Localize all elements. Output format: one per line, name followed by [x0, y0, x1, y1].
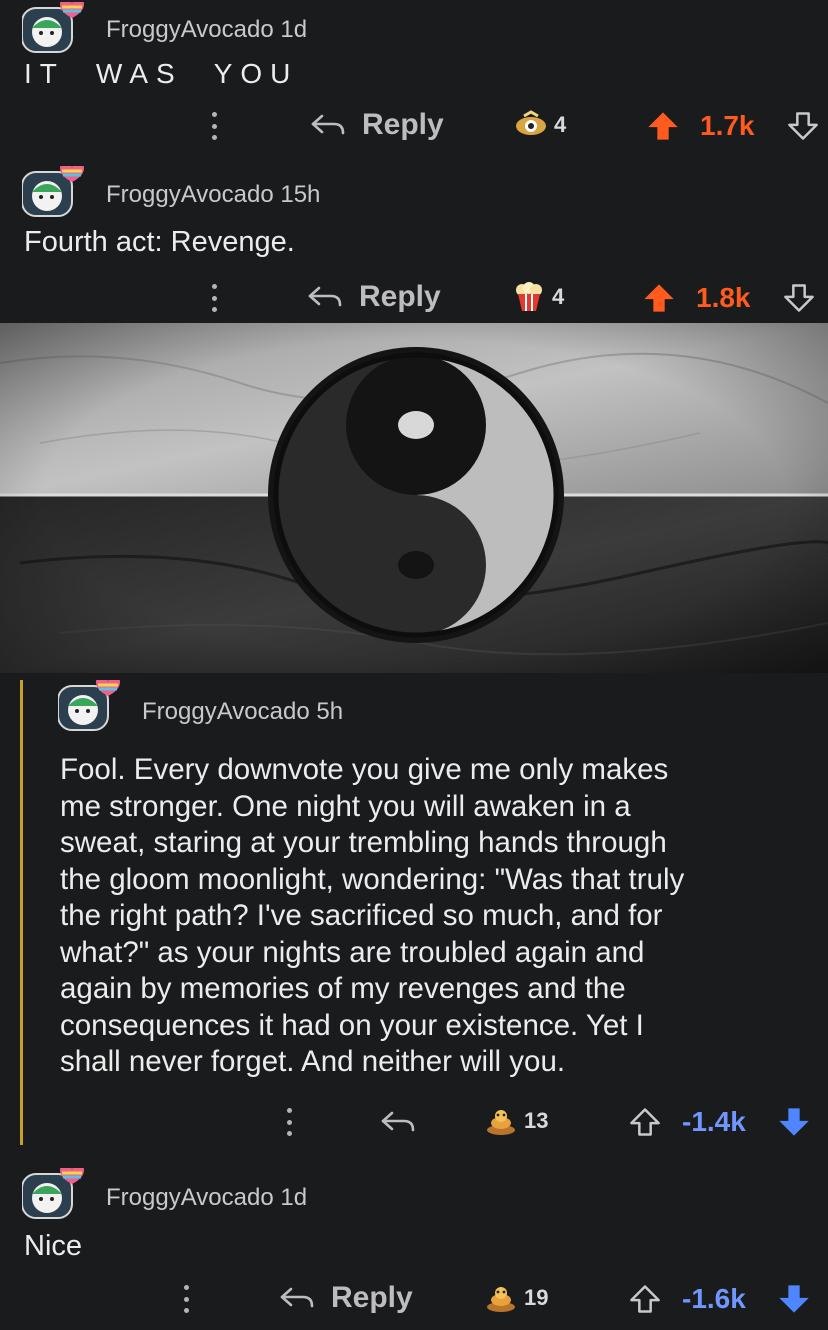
downvote-button[interactable]	[786, 109, 820, 143]
avatar-icon[interactable]	[22, 1168, 88, 1220]
comment-body-line: what?" as your nights are troubled again…	[60, 935, 645, 969]
award-icon	[484, 1283, 518, 1313]
comment-body-line: shall never forget. And neither will you…	[60, 1045, 566, 1078]
upvote-button[interactable]	[628, 1282, 662, 1316]
more-button[interactable]	[211, 284, 217, 312]
award-badge[interactable]: 13	[484, 1106, 548, 1136]
upvote-button[interactable]	[642, 281, 676, 315]
more-icon	[211, 284, 217, 312]
comment-actions: 13 -1.4k	[0, 1102, 828, 1142]
reply-label: Reply	[362, 108, 444, 141]
reply-icon	[310, 113, 346, 137]
vote-score: 1.7k	[700, 110, 755, 141]
thread-line[interactable]	[20, 680, 23, 1145]
more-icon	[286, 1108, 292, 1136]
comment-body: Fool. Every downvote you give me only ma…	[60, 752, 820, 1081]
upvote-icon	[628, 1105, 662, 1139]
downvote-icon	[782, 281, 816, 315]
downvote-icon	[777, 1105, 811, 1139]
more-button[interactable]	[211, 112, 217, 140]
comment-username[interactable]: FroggyAvocado 1d	[106, 16, 307, 44]
downvote-button[interactable]	[777, 1105, 811, 1139]
reply-label: Reply	[331, 1281, 413, 1314]
vote-score: -1.6k	[682, 1283, 746, 1314]
downvote-icon	[777, 1282, 811, 1316]
avatar-icon[interactable]	[58, 680, 124, 732]
comment-body-line: sweat, staring at your trembling hands t…	[60, 826, 667, 859]
reply-button[interactable]: Reply	[310, 108, 444, 142]
vote-score: -1.4k	[682, 1106, 746, 1137]
award-badge[interactable]: 19	[484, 1283, 548, 1313]
upvote-icon	[646, 109, 680, 143]
more-icon	[211, 112, 217, 140]
comment-username[interactable]: FroggyAvocado 15h	[106, 181, 320, 209]
award-icon	[484, 1106, 518, 1136]
award-badge[interactable]: 4	[514, 110, 566, 140]
comment-username[interactable]: FroggyAvocado 5h	[142, 698, 343, 726]
yin-yang-image[interactable]	[0, 323, 828, 673]
award-count: 19	[524, 1285, 549, 1310]
reply-icon	[279, 1286, 315, 1310]
downvote-icon	[786, 109, 820, 143]
comment-body-line: the right path? I've sacrificed so much,…	[60, 899, 663, 932]
comment-age: 15h	[280, 181, 321, 208]
popcorn-icon	[512, 282, 546, 312]
more-button[interactable]	[183, 1285, 189, 1313]
award-count: 4	[554, 112, 567, 137]
more-icon	[183, 1285, 189, 1313]
comment-actions: Reply 4 1.8k	[0, 278, 828, 318]
reply-label: Reply	[359, 280, 441, 313]
comment-actions: Reply 19 -1.6k	[0, 1279, 828, 1319]
comment-age: 1d	[280, 16, 308, 43]
award-badge[interactable]: 4	[512, 282, 564, 312]
award-count: 4	[552, 284, 565, 309]
avatar-icon[interactable]	[22, 166, 88, 218]
comment-body: IT WAS YOU	[24, 58, 299, 89]
reply-button[interactable]: Reply	[279, 1281, 413, 1315]
comment-username[interactable]: FroggyAvocado 1d	[106, 1184, 307, 1212]
comment-body: Fourth act: Revenge.	[24, 226, 295, 258]
comment-age: 5h	[316, 698, 344, 725]
vote-score: 1.8k	[696, 282, 751, 313]
upvote-icon	[628, 1282, 662, 1316]
comment-body: Nice	[24, 1230, 83, 1262]
reply-button[interactable]	[380, 1110, 416, 1134]
comment-body-line: again by memories of my revenges and the	[60, 972, 626, 1005]
award-icon	[514, 110, 548, 140]
reply-icon	[380, 1110, 416, 1134]
award-count: 13	[524, 1108, 549, 1133]
downvote-button[interactable]	[777, 1282, 811, 1316]
reply-icon	[307, 285, 343, 309]
comment-body-line: me stronger. One night you will awaken i…	[60, 789, 631, 823]
avatar-icon[interactable]	[22, 2, 88, 54]
reply-button[interactable]: Reply	[307, 280, 441, 314]
comment-body-line: consequences it had on your existence. Y…	[60, 1008, 644, 1042]
comment-body-line: Fool. Every downvote you give me only ma…	[60, 753, 669, 786]
comment-age: 1d	[280, 1184, 308, 1211]
comment-body-line: the gloom moonlight, wondering: "Was tha…	[60, 862, 685, 896]
comment-actions: Reply 4 1.7k	[0, 106, 828, 146]
upvote-button[interactable]	[646, 109, 680, 143]
upvote-icon	[642, 281, 676, 315]
upvote-button[interactable]	[628, 1105, 662, 1139]
more-button[interactable]	[286, 1108, 292, 1136]
downvote-button[interactable]	[782, 281, 816, 315]
